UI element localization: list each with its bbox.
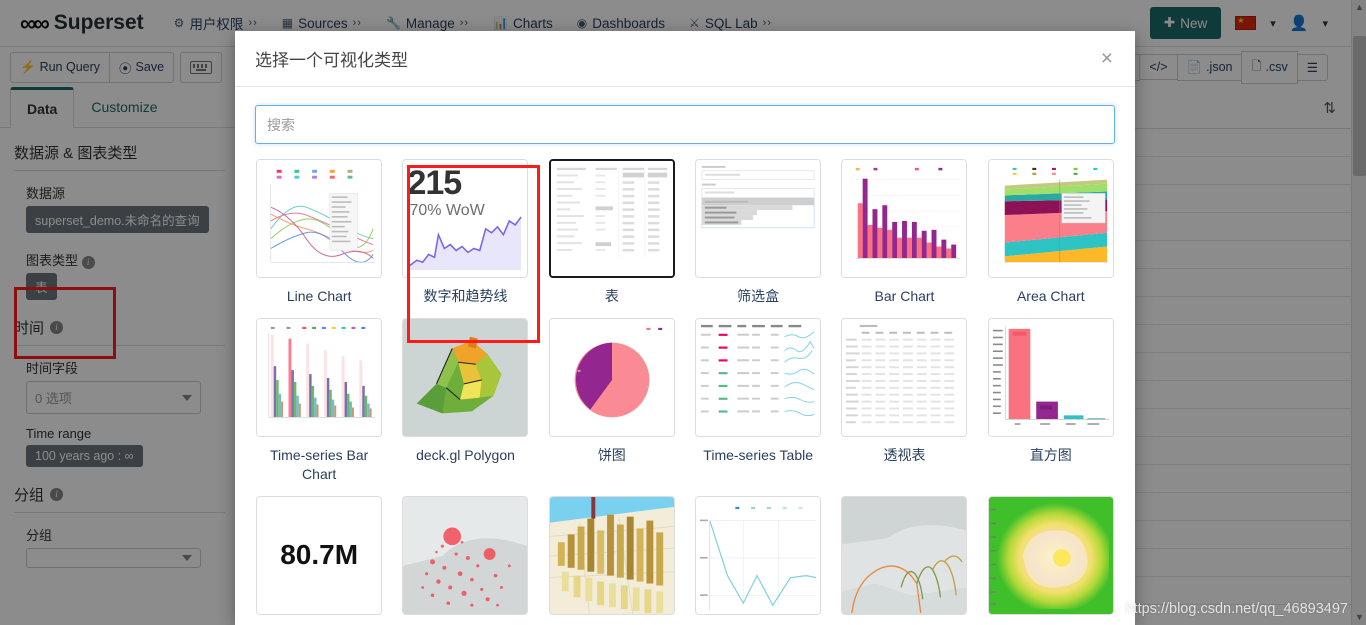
viz-card-deckgl-polygon[interactable]: deck.gl Polygon xyxy=(401,317,529,484)
pivot-table-thumb xyxy=(841,317,968,437)
modal-header: 选择一个可视化类型 × xyxy=(235,31,1135,87)
timeseries-bar-thumb xyxy=(256,317,383,437)
area-chart-thumb xyxy=(987,159,1114,278)
timeseries-table-thumb xyxy=(695,317,822,437)
viz-label: 表 xyxy=(604,288,619,304)
watermark-text: https://blog.csdn.net/qq_46893497 xyxy=(1125,601,1348,617)
deckgl-grid-art xyxy=(549,496,674,614)
deckgl-arc-art xyxy=(842,496,967,614)
thumb-big-number: 215 xyxy=(407,164,462,202)
heatmap-thumb xyxy=(987,495,1114,615)
viz-card-big-number[interactable]: 80.7M xyxy=(255,495,383,624)
viz-label: deck.gl Polygon xyxy=(416,446,515,463)
viz-card-bar-chart[interactable]: Bar Chart xyxy=(840,159,968,306)
viz-card-line-sparse[interactable] xyxy=(694,495,822,624)
superset-explore-page: ∞∞ Superset ⚙ 用户权限 ›› ▦ Sources ›› 🔧 Man… xyxy=(0,0,1366,625)
viz-card-timeseries-bar-chart[interactable]: Time-series Bar Chart xyxy=(255,317,383,484)
viz-label: Time-series Table xyxy=(703,446,813,463)
viz-card-deckgl-grid[interactable] xyxy=(548,495,676,624)
line-chart-thumb xyxy=(256,159,383,278)
deckgl-grid-thumb xyxy=(548,495,675,615)
viz-card-deckgl-scatter[interactable] xyxy=(401,495,529,624)
deckgl-scatter-thumb xyxy=(402,495,529,615)
deckgl-arc-thumb xyxy=(841,495,968,615)
viz-card-big-number-trendline[interactable]: 215 70% WoW 数字和趋势线 xyxy=(401,159,529,306)
viz-label: 饼图 xyxy=(597,446,626,463)
timeseries-bar-art xyxy=(257,318,382,436)
viz-label: Area Chart xyxy=(1016,288,1085,304)
viz-card-filter-box[interactable]: 筛选盒 xyxy=(694,159,822,306)
deckgl-polygon-thumb xyxy=(402,317,529,437)
big-number-thumb: 80.7M xyxy=(256,495,383,615)
viz-card-heatmap[interactable] xyxy=(987,495,1115,624)
table-art xyxy=(550,161,673,276)
viz-card-area-chart[interactable]: Area Chart xyxy=(987,159,1115,306)
deckgl-scatter-art xyxy=(403,496,528,614)
viz-card-timeseries-table[interactable]: Time-series Table xyxy=(694,317,822,484)
histogram-thumb xyxy=(987,317,1114,437)
bar-chart-art xyxy=(842,160,967,277)
pie-chart-art xyxy=(549,318,674,436)
close-icon[interactable]: × xyxy=(1099,48,1115,69)
viz-label: Bar Chart xyxy=(874,288,935,304)
viz-card-pivot-table[interactable]: 透视表 xyxy=(840,317,968,484)
area-chart-art xyxy=(988,160,1113,277)
viz-label: Line Chart xyxy=(286,288,352,304)
pie-chart-thumb xyxy=(548,317,675,437)
viz-label: 数字和趋势线 xyxy=(423,288,508,304)
line-chart-art xyxy=(257,160,382,277)
viz-type-grid: Line Chart 215 70% WoW 数字和趋势线 表 筛选盒 Bar … xyxy=(255,159,1115,624)
heatmap-art xyxy=(988,496,1113,614)
visualization-type-modal: 选择一个可视化类型 × 搜索 Line Chart 215 70% WoW 数字… xyxy=(235,31,1135,625)
modal-body: Line Chart 215 70% WoW 数字和趋势线 xyxy=(235,87,1135,625)
histogram-art xyxy=(988,318,1113,436)
viz-card-pie-chart[interactable]: 饼图 xyxy=(548,317,676,484)
deckgl-polygon-art xyxy=(403,318,528,436)
viz-label: 筛选盒 xyxy=(737,288,780,304)
viz-label: 直方图 xyxy=(1029,446,1072,463)
line-sparse-thumb xyxy=(695,495,822,615)
viz-card-line-chart[interactable]: Line Chart xyxy=(255,159,383,306)
thumb-sub-number: 70% WoW xyxy=(409,202,485,219)
bar-chart-thumb xyxy=(841,159,968,278)
viz-label: Time-series Bar Chart xyxy=(270,446,369,482)
big-number-trendline-thumb: 215 70% WoW xyxy=(402,159,529,278)
viz-card-deckgl-arc[interactable] xyxy=(840,495,968,624)
viz-label: 透视表 xyxy=(883,446,926,463)
viz-card-histogram[interactable]: 直方图 xyxy=(987,317,1115,484)
filter-box-thumb xyxy=(695,159,822,278)
filter-box-art xyxy=(696,160,821,277)
table-thumb xyxy=(548,159,675,278)
pivot-table-art xyxy=(842,318,967,436)
modal-title: 选择一个可视化类型 xyxy=(255,51,408,70)
search-input[interactable] xyxy=(255,105,1115,144)
thumb-big-number: 80.7M xyxy=(280,539,359,571)
viz-card-table[interactable]: 表 xyxy=(548,159,676,306)
timeseries-table-art xyxy=(696,318,821,436)
line-sparse-art xyxy=(696,496,821,614)
